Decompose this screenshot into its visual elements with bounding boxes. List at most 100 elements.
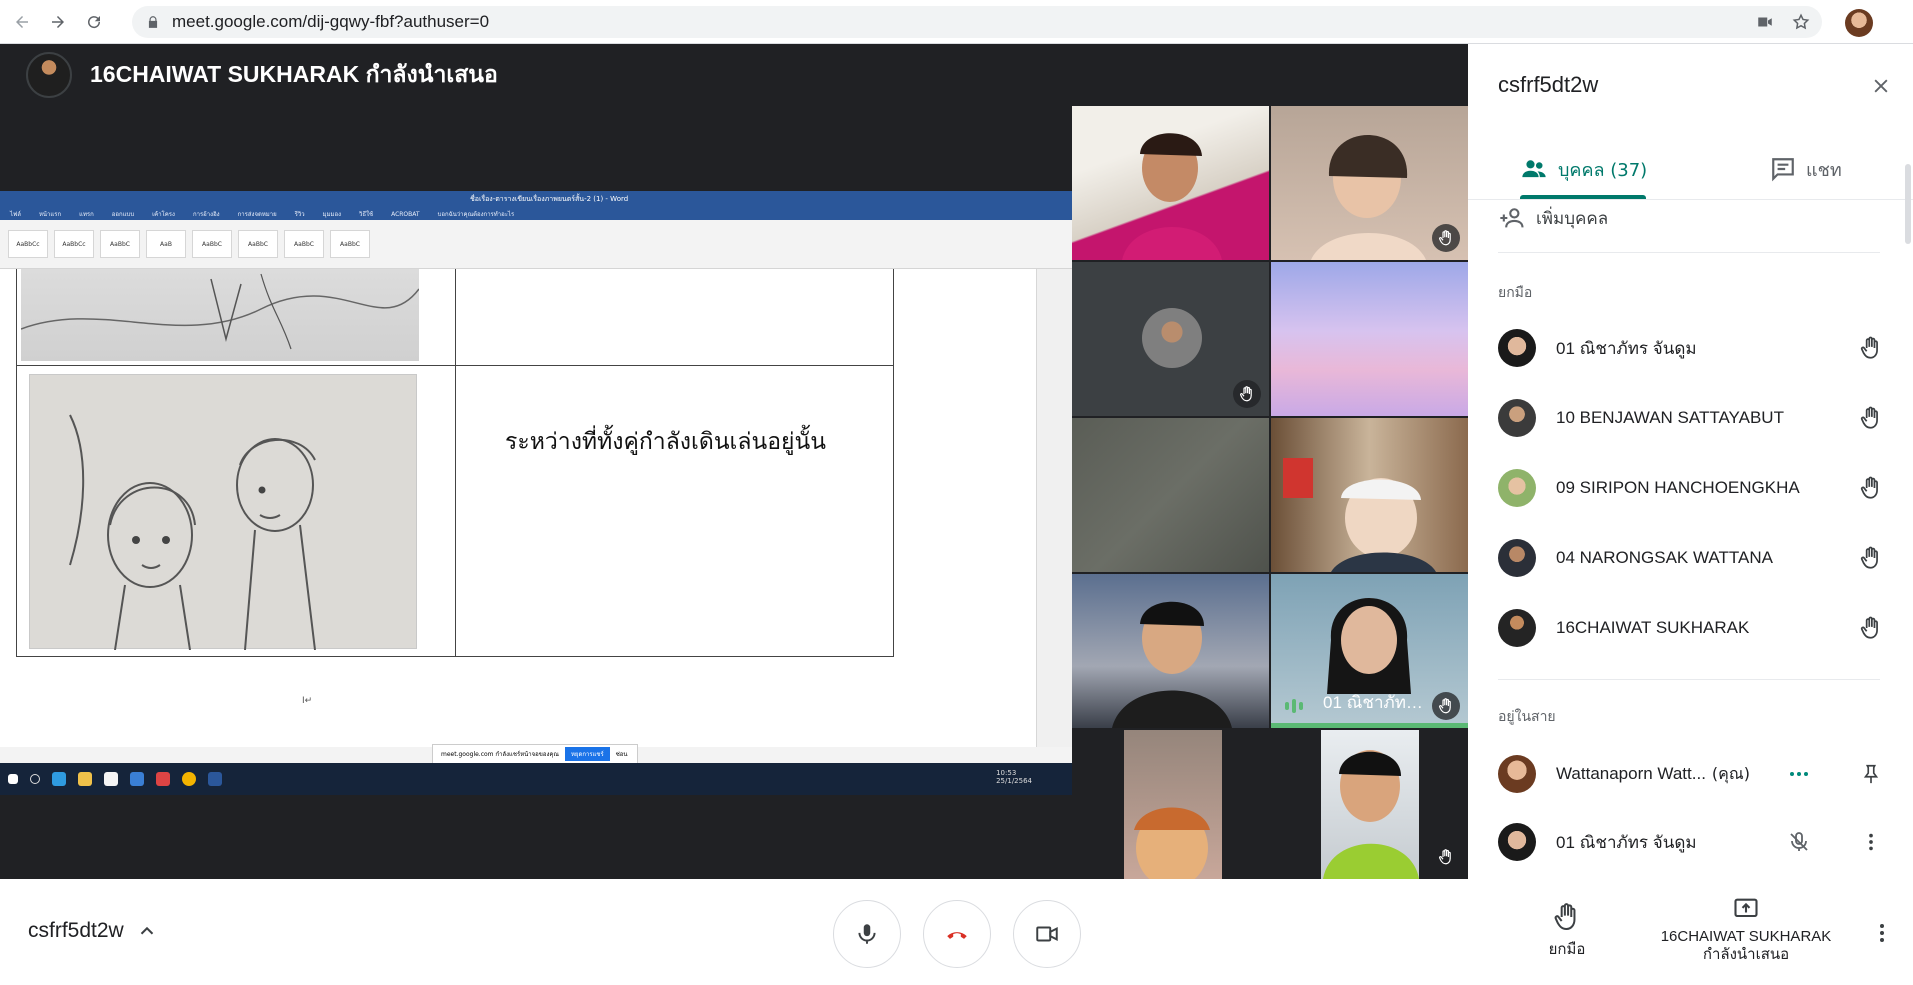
more-options-button[interactable] [1785,760,1813,788]
participant-tile[interactable] [1072,730,1269,879]
stop-sharing-button[interactable]: หยุดการแชร์ [564,747,610,761]
word-tabs: ไฟล์ หน้าแรก แทรก ออกแบบ เค้าโครง การอ้า… [0,208,1072,220]
raised-hands-heading: ยกมือ [1498,285,1533,301]
ribbon-style: AaBbCc [8,230,48,258]
participant-row[interactable]: 09 SIRIPON HANCHOENGKHA [1498,460,1893,516]
share-toast-text: meet.google.com กำลังแชร์หน้าจอของคุณ [441,751,559,758]
participant-name: 10 BENJAWAN SATTAYABUT [1556,408,1784,427]
reload-icon[interactable] [80,8,108,36]
lower-hand-button[interactable] [1857,474,1885,502]
mic-off-icon [1790,832,1808,851]
participant-tile[interactable] [1271,262,1468,416]
presentation-button[interactable]: 16CHAIWAT SUKHARAK กำลังนำเสนอ [1656,895,1836,964]
add-people-button[interactable]: เพิ่มบุคคล [1498,204,1608,232]
edge-icon [52,772,66,786]
presenter-header: 16CHAIWAT SUKHARAK กำลังนำเสนอ [26,52,498,98]
participant-row[interactable]: 10 BENJAWAN SATTAYABUT [1498,390,1893,446]
raised-hand-icon [1860,616,1878,639]
participant-row[interactable]: 04 NARONGSAK WATTANA [1498,530,1893,586]
active-tab-indicator [1520,195,1646,199]
tab-chat[interactable]: แชท [1770,138,1842,200]
participant-row[interactable]: 01 ณิชาภัทร จันดูม [1498,320,1893,376]
word-tab: การส่งจดหมาย [237,211,277,218]
participant-tile-speaking[interactable]: 01 ณิชาภัทร จันดูม [1271,574,1468,728]
lower-hand-button[interactable] [1857,404,1885,432]
participant-row[interactable]: 01 ณิชาภัทร จันดูม [1498,814,1893,870]
sketch-image-couple [29,374,417,651]
participant-tile[interactable] [1072,574,1269,728]
more-vert-icon [1880,924,1884,942]
participant-tile[interactable] [1072,106,1269,260]
panel-scrollbar[interactable] [1905,164,1911,244]
close-panel-button[interactable] [1867,72,1895,100]
microphone-button[interactable] [833,900,901,968]
word-document: ระหว่างที่ทั้งคู่กำลังเดินเล่นอยู่นั้น I… [0,269,1036,747]
participant-name: 01 ณิชาภัทร จันดูม [1556,832,1697,852]
chevron-up-icon [140,926,153,935]
mail-icon [130,772,144,786]
raise-hand-button[interactable]: ยกมือ [1545,901,1589,961]
lower-hand-button[interactable] [1857,334,1885,362]
avatar [1498,823,1536,861]
ribbon-style: AaBbC [100,230,140,258]
meeting-code: csfrf5dt2w [28,919,124,942]
presenter-label-name: 16CHAIWAT SUKHARAK [1660,928,1832,945]
screen-share-toast: meet.google.com กำลังแชร์หน้าจอของคุณ หย… [432,744,638,764]
participant-tile[interactable] [1072,418,1269,572]
presenter-label-status: กำลังนำเสนอ [1702,946,1790,963]
more-horiz-icon [1790,772,1808,776]
participant-tile[interactable] [1271,418,1468,572]
hide-toast-button[interactable]: ซ่อน [616,749,628,759]
ribbon-style: AaB [146,230,186,258]
participant-tiles: 01 ณิชาภัทร จันดูม [1072,106,1468,879]
participant-tile[interactable] [1271,730,1468,879]
address-bar[interactable]: meet.google.com/dij-gqwy-fbf?authuser=0 [132,6,1822,38]
more-options-button[interactable] [1857,828,1885,856]
lower-hand-button[interactable] [1857,544,1885,572]
participant-tile[interactable] [1271,106,1468,260]
leave-call-button[interactable] [923,900,991,968]
app-icon [156,772,170,786]
meeting-details-toggle[interactable]: csfrf5dt2w [28,919,158,943]
word-tab: มุมมอง [322,211,342,218]
speaking-indicator-icon [1285,698,1309,714]
lower-hand-button[interactable] [1857,614,1885,642]
more-vert-icon [1869,833,1873,851]
raise-hand-icon [1554,903,1576,931]
browser-profile-avatar[interactable] [1845,9,1873,37]
search-icon [30,774,40,784]
participant-name: 04 NARONGSAK WATTANA [1556,548,1773,567]
avatar [1498,469,1536,507]
word-tab: แทรก [79,211,94,218]
videocam-icon [1036,926,1058,942]
raised-hand-icon [1860,546,1878,569]
more-options-button[interactable] [1870,919,1894,947]
word-tab: หน้าแรก [38,211,62,218]
camera-button[interactable] [1013,900,1081,968]
ribbon-style: AaBbC [330,230,370,258]
raised-hand-icon [1432,692,1460,720]
word-icon [208,772,222,786]
speaking-highlight [1271,723,1468,728]
participant-name: Wattanaporn Watt... [1556,764,1706,783]
participant-row[interactable]: 16CHAIWAT SUKHARAK [1498,600,1893,656]
divider [1498,252,1880,253]
word-title-bar: ชื่อเรื่อง-ตารางเขียนเรื่องภาพยนตร์สั้น-… [0,191,1072,208]
forward-icon[interactable] [44,8,72,36]
bookmark-star-icon[interactable] [1792,13,1810,31]
bottom-control-bar: csfrf5dt2w ยกมือ 16CHAIWAT SUKHARAK กำลั… [0,879,1913,985]
camera-in-use-icon[interactable] [1756,13,1774,31]
paragraph-mark: I↵ [302,696,313,706]
participant-tile[interactable] [1072,262,1269,416]
back-icon[interactable] [8,8,36,36]
sketch-image-top [20,269,420,361]
tab-people[interactable]: บุคคล (37) [1520,138,1647,200]
word-scrollbar [1036,269,1072,747]
browser-toolbar: meet.google.com/dij-gqwy-fbf?authuser=0 [0,0,1913,44]
participant-row-self[interactable]: Wattanaporn Watt... (คุณ) [1498,746,1893,802]
word-tab: ออกแบบ [111,211,135,218]
raised-hand-icon [1860,476,1878,499]
chat-icon [1772,158,1794,182]
pin-button[interactable] [1857,760,1885,788]
participant-avatar [1142,308,1202,368]
